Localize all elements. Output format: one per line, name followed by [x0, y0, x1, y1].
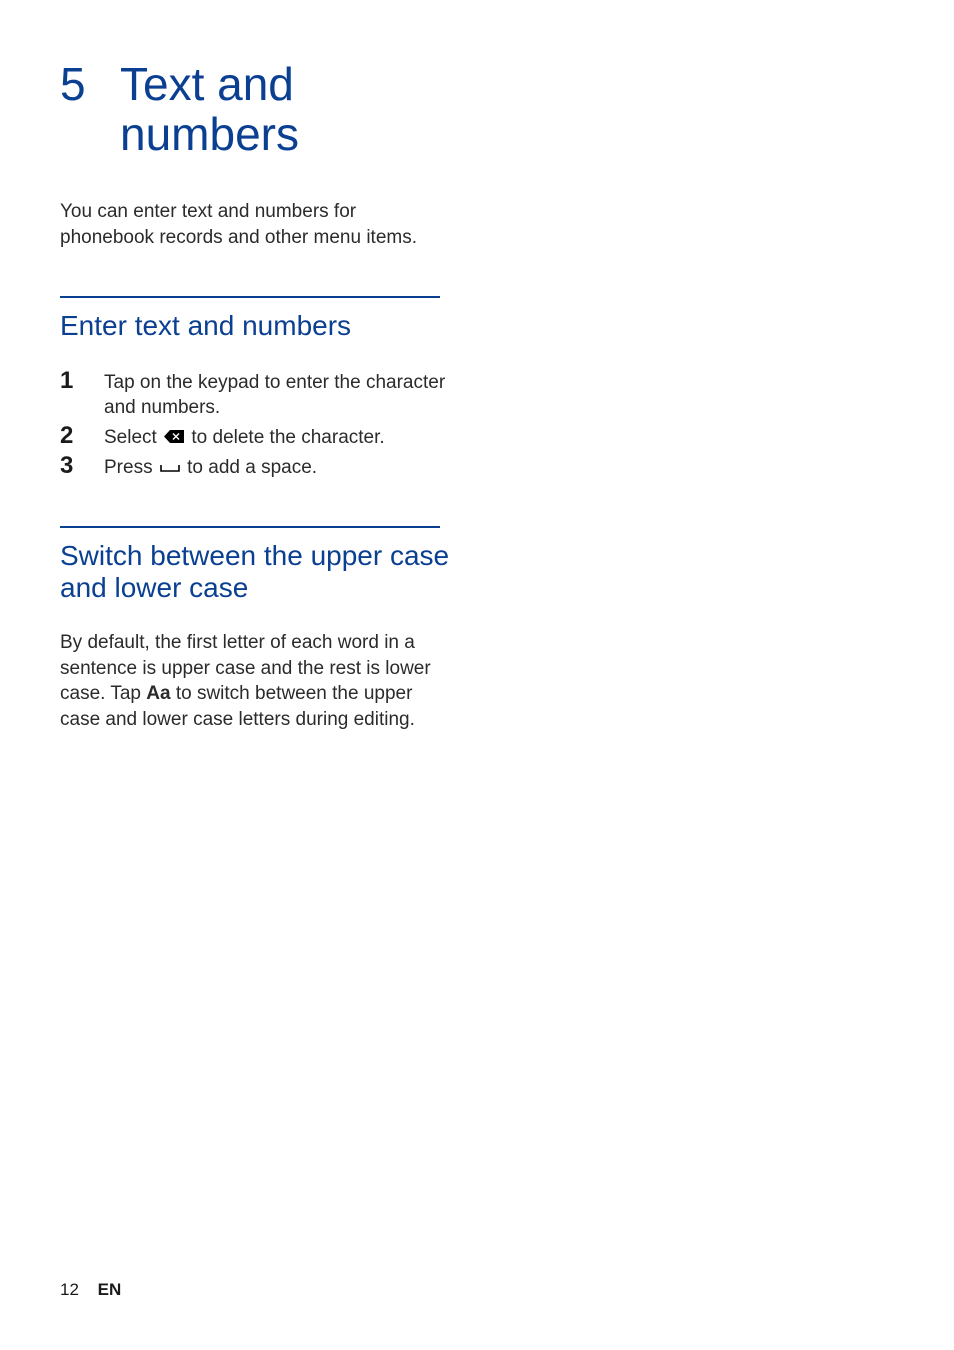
section-rule	[60, 296, 440, 298]
step-number: 1	[60, 368, 104, 394]
step-text-pre: Tap on the keypad to enter the character…	[104, 372, 445, 419]
step-row: 1 Tap on the keypad to enter the charact…	[60, 368, 450, 421]
step-text-post: to delete the character.	[191, 427, 384, 448]
page-number: 12	[60, 1280, 79, 1299]
spacebar-icon	[160, 455, 180, 481]
section-body: By default, the first letter of each wor…	[60, 630, 450, 733]
step-text: Tap on the keypad to enter the character…	[104, 368, 450, 421]
page-language: EN	[98, 1280, 122, 1299]
intro-paragraph: You can enter text and numbers for phone…	[60, 199, 450, 250]
step-text-pre: Press	[104, 457, 158, 478]
step-row: 2 Select to delete the character.	[60, 423, 450, 451]
step-text-pre: Select	[104, 427, 162, 448]
chapter-number: 5	[60, 60, 120, 110]
step-number: 2	[60, 423, 104, 449]
backspace-icon	[164, 425, 184, 451]
content-column: 5 Text and numbers You can enter text an…	[60, 60, 450, 733]
body-bold-aa: Aa	[146, 683, 170, 704]
step-text: Select to delete the character.	[104, 423, 385, 451]
chapter-heading: 5 Text and numbers	[60, 60, 450, 159]
step-text-post: to add a space.	[187, 457, 317, 478]
step-number: 3	[60, 453, 104, 479]
steps-list: 1 Tap on the keypad to enter the charact…	[60, 368, 450, 481]
step-text: Press to add a space.	[104, 453, 317, 481]
chapter-title: Text and numbers	[120, 60, 450, 159]
section-title-case: Switch between the upper case and lower …	[60, 540, 450, 604]
page: 5 Text and numbers You can enter text an…	[0, 0, 954, 1350]
page-footer: 12 EN	[60, 1280, 121, 1300]
section-title-enter: Enter text and numbers	[60, 310, 450, 342]
step-row: 3 Press to add a space.	[60, 453, 450, 481]
section-rule	[60, 526, 440, 528]
